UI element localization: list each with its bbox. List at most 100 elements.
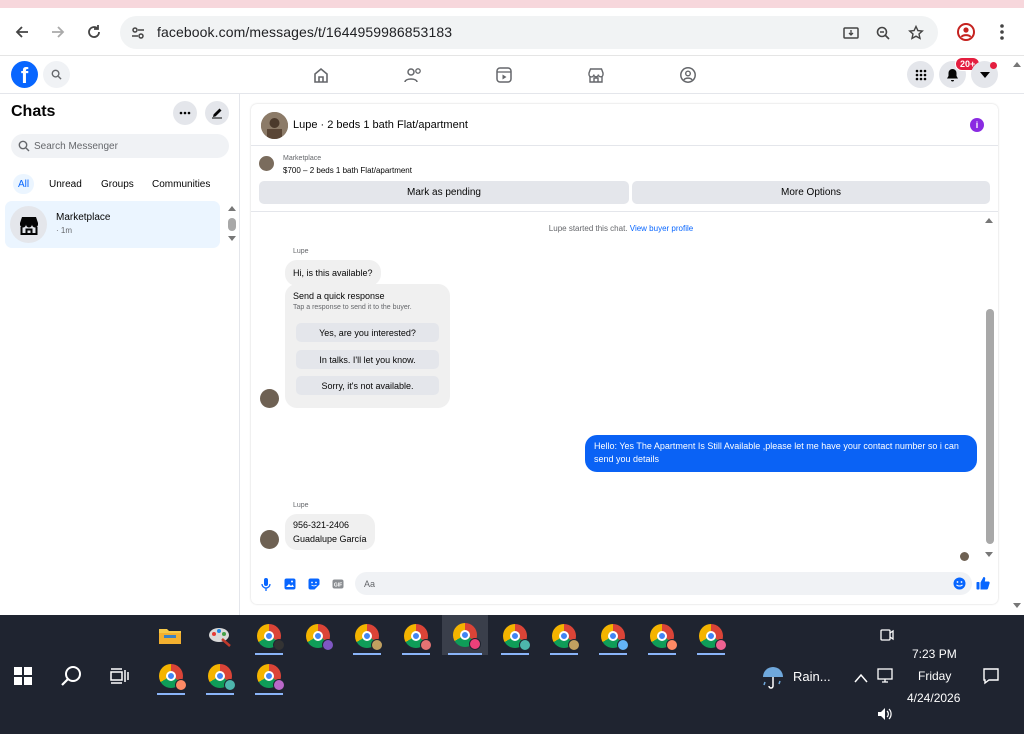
search-messenger[interactable]	[11, 134, 229, 158]
reply-phone: 956-321-2406	[293, 520, 350, 530]
marketplace-icon[interactable]	[585, 64, 607, 86]
chats-title: Chats	[11, 103, 56, 120]
chrome-profile-icon[interactable]	[251, 617, 287, 655]
gif-icon[interactable]: GIF	[331, 577, 345, 591]
contact-avatar[interactable]	[261, 112, 288, 139]
scroll-down-icon[interactable]	[228, 236, 236, 241]
marketplace-listing-bar: Marketplace $700 – 2 beds 1 bath Flat/ap…	[251, 147, 998, 212]
scroll-down-icon[interactable]	[985, 552, 993, 557]
chat-item-marketplace[interactable]: Marketplace · 1m	[5, 201, 220, 248]
groups-icon[interactable]	[677, 64, 699, 86]
chrome-profile-icon[interactable]	[349, 617, 385, 655]
clock-time[interactable]: 7:23 PM	[912, 647, 957, 661]
site-info-icon[interactable]	[128, 23, 148, 43]
network-icon[interactable]	[877, 667, 895, 690]
chats-sidebar: Chats All Unread Groups Communities Mark…	[0, 94, 240, 615]
microphone-icon[interactable]	[259, 577, 273, 591]
clock-date[interactable]: 4/24/2026	[907, 691, 960, 705]
quick-response-option[interactable]: Sorry, it's not available.	[296, 376, 439, 395]
conversation-title[interactable]: Lupe · 2 beds 1 bath Flat/apartment	[293, 119, 468, 131]
new-message-icon[interactable]	[205, 101, 229, 125]
notification-center-icon[interactable]	[982, 667, 1000, 690]
chrome-profile-icon[interactable]	[693, 617, 729, 655]
message-input-box[interactable]	[355, 572, 972, 595]
paint-app-icon[interactable]	[202, 617, 238, 655]
home-icon[interactable]	[310, 64, 332, 86]
message-bubble-incoming[interactable]: 956-321-2406 Guadalupe García	[285, 514, 375, 550]
chrome-profile-icon[interactable]	[546, 617, 582, 655]
message-bubble-outgoing[interactable]: Hello: Yes The Apartment Is Still Availa…	[585, 435, 977, 472]
weather-text[interactable]: Rain...	[793, 669, 831, 684]
conversation-scrollbar[interactable]	[986, 309, 994, 544]
more-options-button[interactable]: More Options	[632, 181, 990, 204]
sticker-icon[interactable]	[307, 577, 321, 591]
sender-avatar[interactable]	[260, 389, 279, 408]
scroll-thumb[interactable]	[228, 218, 236, 231]
apps-grid-icon[interactable]	[907, 61, 934, 88]
reload-icon[interactable]	[82, 20, 106, 44]
file-explorer-icon[interactable]	[152, 617, 188, 655]
menu-kebab-icon[interactable]	[990, 20, 1014, 44]
chrome-profile-icon[interactable]	[153, 657, 189, 695]
video-icon[interactable]	[493, 64, 515, 86]
listing-price[interactable]: $700 – 2 beds 1 bath Flat/apartment	[283, 166, 412, 175]
message-input[interactable]	[364, 572, 934, 595]
chrome-profile-icon[interactable]	[497, 617, 533, 655]
chrome-profile-icon[interactable]	[202, 657, 238, 695]
mark-as-pending-button[interactable]: Mark as pending	[259, 181, 629, 204]
chrome-profile-icon[interactable]	[300, 617, 336, 655]
sidebar-scrollbar[interactable]	[227, 206, 237, 244]
weather-rain-icon[interactable]	[760, 665, 786, 696]
address-bar[interactable]: facebook.com/messages/t/1644959986853183	[120, 16, 938, 49]
scroll-up-icon[interactable]	[985, 218, 993, 223]
forward-icon[interactable]	[46, 20, 70, 44]
sender-avatar[interactable]	[260, 530, 279, 549]
listing-thumbnail[interactable]	[259, 156, 274, 171]
filter-groups[interactable]: Groups	[96, 174, 139, 194]
meet-now-icon[interactable]	[878, 627, 894, 648]
sender-name: Lupe	[293, 502, 309, 509]
windows-start-icon[interactable]	[5, 657, 41, 695]
volume-icon[interactable]	[876, 706, 894, 727]
quick-response-option[interactable]: In talks. I'll let you know.	[296, 350, 439, 369]
back-icon[interactable]	[10, 20, 34, 44]
filter-unread[interactable]: Unread	[44, 174, 87, 194]
account-alert-dot	[990, 62, 997, 69]
url-text[interactable]: facebook.com/messages/t/1644959986853183	[157, 24, 452, 40]
scroll-up-icon[interactable]	[228, 206, 236, 211]
install-icon[interactable]	[841, 23, 861, 43]
page-scroll-down-icon[interactable]	[1013, 603, 1021, 608]
friends-icon[interactable]	[402, 64, 424, 86]
conversation-header: Lupe · 2 beds 1 bath Flat/apartment i	[251, 104, 998, 146]
filter-communities[interactable]: Communities	[147, 174, 215, 194]
message-bubble-incoming[interactable]: Hi, is this available?	[285, 260, 381, 286]
chrome-profile-icon-active[interactable]	[442, 615, 488, 655]
chrome-profile-icon[interactable]	[644, 617, 680, 655]
chrome-profile-icon[interactable]	[595, 617, 631, 655]
search-icon[interactable]	[54, 657, 90, 695]
clock-day[interactable]: Friday	[918, 669, 951, 683]
svg-text:GIF: GIF	[334, 583, 342, 589]
photo-icon[interactable]	[283, 577, 297, 591]
search-icon[interactable]	[43, 61, 70, 88]
facebook-top-nav: f 20+	[0, 57, 1024, 94]
search-icon	[18, 140, 30, 152]
chrome-profile-icon[interactable]	[398, 617, 434, 655]
page-scroll-up-icon[interactable]	[1013, 62, 1021, 67]
task-view-icon[interactable]	[102, 657, 138, 695]
search-input[interactable]	[34, 134, 224, 158]
facebook-logo-icon[interactable]: f	[11, 61, 38, 88]
filter-all[interactable]: All	[13, 174, 35, 194]
info-icon[interactable]: i	[970, 118, 984, 132]
more-options-icon[interactable]	[173, 101, 197, 125]
chrome-profile-icon[interactable]	[251, 657, 287, 695]
profile-icon[interactable]	[954, 20, 978, 44]
zoom-icon[interactable]	[873, 23, 893, 43]
emoji-icon[interactable]	[953, 577, 966, 590]
view-buyer-profile-link[interactable]: View buyer profile	[630, 224, 693, 233]
chat-name: Marketplace	[56, 212, 111, 223]
tray-chevron-up-icon[interactable]	[854, 670, 868, 688]
like-thumb-icon[interactable]	[976, 576, 990, 590]
quick-response-option[interactable]: Yes, are you interested?	[296, 323, 439, 342]
bookmark-star-icon[interactable]	[906, 23, 926, 43]
